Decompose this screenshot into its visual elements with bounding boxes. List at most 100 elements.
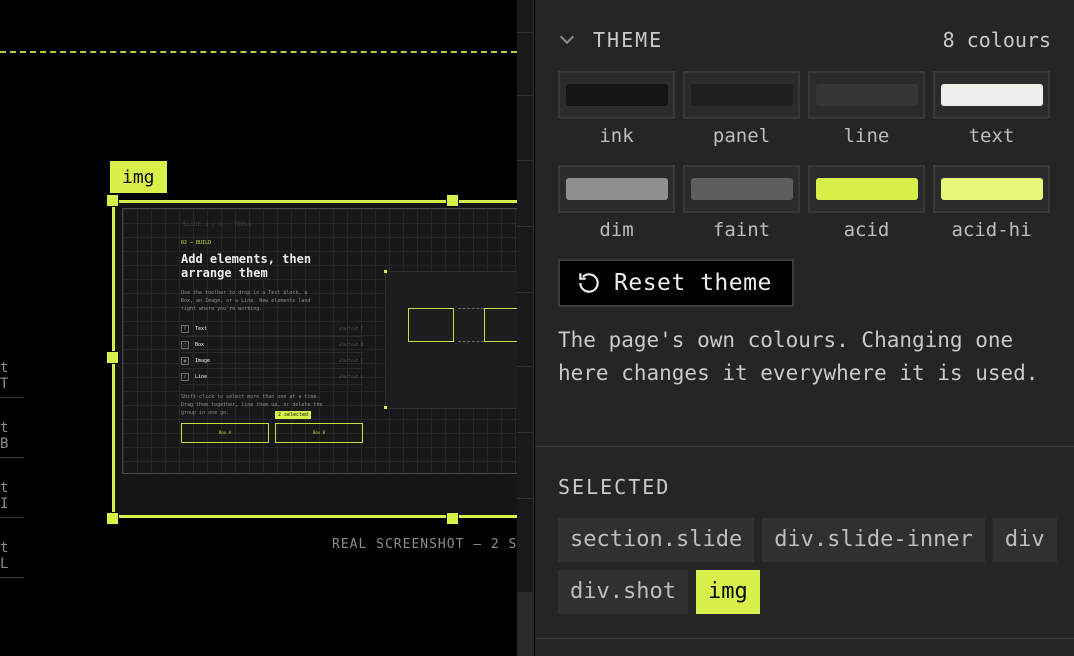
swatch-box[interactable] <box>558 71 675 119</box>
shot-tool-label: Image <box>195 357 211 364</box>
swatch-dim[interactable]: dim <box>558 165 675 242</box>
offscreen-row: t T <box>0 338 24 398</box>
shot-description: Use the toolbar to drop in a Text block,… <box>181 290 311 312</box>
shot-tool-shortcut: shortcut I <box>338 358 363 363</box>
swatch-acid-hi[interactable]: acid-hi <box>933 165 1050 242</box>
scrollbar-thumb[interactable] <box>517 592 534 656</box>
shot-preview-box <box>484 308 517 342</box>
offscreen-tool-rows: t T t B t I t L <box>0 338 24 578</box>
swatch-name: panel <box>712 125 771 147</box>
selected-section-title: SELECTED <box>558 475 671 499</box>
colour-chip <box>815 178 918 200</box>
shot-tool-label: Box <box>195 341 205 348</box>
colour-chip <box>815 84 918 106</box>
crumb-div-slide-inner[interactable]: div.slide-inner <box>762 518 985 562</box>
swatch-faint[interactable]: faint <box>683 165 800 242</box>
shot-selected-badge: 2 selected <box>275 411 312 419</box>
offscreen-row-text: t I <box>0 480 9 512</box>
offscreen-row: t L <box>0 518 24 578</box>
colour-chip <box>690 178 793 200</box>
line-tool-icon: / <box>181 372 189 381</box>
screenshot-image[interactable]: SLIDE 3 / 8 · TOOLS 02 — BUILD Add eleme… <box>122 208 517 474</box>
reset-theme-button[interactable]: Reset theme <box>558 259 794 307</box>
crumb-div-shot[interactable]: div.shot <box>558 570 688 614</box>
shot-tool-shortcut: shortcut L <box>338 374 363 379</box>
shot-preview-panel <box>384 270 517 409</box>
image-caption: REAL SCREENSHOT — 2 SI <box>332 537 517 552</box>
ruler-tick <box>517 226 534 227</box>
colour-chip <box>565 178 668 200</box>
resize-handle-top-left[interactable] <box>106 194 119 207</box>
swatch-acid[interactable]: acid <box>808 165 925 242</box>
shot-preview-link <box>458 308 484 342</box>
ruler-tick <box>517 95 534 96</box>
shot-box-a: Box A <box>181 423 269 443</box>
swatch-box[interactable] <box>808 165 925 213</box>
resize-handle-bottom-left[interactable] <box>106 512 119 525</box>
offscreen-row: t I <box>0 458 24 518</box>
swatch-text[interactable]: text <box>933 71 1050 148</box>
colour-chip <box>565 84 668 106</box>
section-divider <box>535 446 1074 447</box>
ruler-tick <box>517 32 534 33</box>
swatch-ink[interactable]: ink <box>558 71 675 148</box>
editor-canvas[interactable]: t T t B t I t L img SLIDE 3 / 8 · TOOLS … <box>0 0 517 656</box>
reset-theme-label: Reset theme <box>614 270 772 296</box>
swatch-box[interactable] <box>933 71 1050 119</box>
swatch-name: acid <box>843 219 890 241</box>
shot-panel-handle <box>384 406 387 409</box>
reset-icon <box>579 273 599 293</box>
selection-breadcrumb: section.slide div.slide-inner div div.sh… <box>558 518 1058 614</box>
ruler-tick <box>517 366 534 367</box>
shot-tool-row: □ Box shortcut B <box>181 337 363 353</box>
swatch-box[interactable] <box>933 165 1050 213</box>
text-tool-icon: T <box>181 324 189 333</box>
offscreen-row-text: t B <box>0 420 9 452</box>
canvas-scrollbar[interactable] <box>517 0 534 656</box>
swatch-box[interactable] <box>808 71 925 119</box>
resize-handle-top[interactable] <box>446 194 459 207</box>
shot-tool-row: T Text shortcut T <box>181 321 363 337</box>
colour-chip <box>690 84 793 106</box>
offscreen-row-text: t T <box>0 360 9 392</box>
resize-handle-left[interactable] <box>106 351 119 364</box>
theme-section-title: THEME <box>593 28 664 52</box>
theme-swatch-grid: ink panel line text dim faint acid acid-… <box>558 71 1052 242</box>
colour-chip <box>940 84 1043 106</box>
swatch-box[interactable] <box>683 165 800 213</box>
swatch-name: dim <box>599 219 634 241</box>
shot-top-bar: SLIDE 3 / 8 · TOOLS <box>183 221 252 228</box>
theme-section-header[interactable]: THEME 8 colours <box>559 26 1051 54</box>
swatch-line[interactable]: line <box>808 71 925 148</box>
chevron-down-icon[interactable] <box>559 31 577 49</box>
swatch-box[interactable] <box>558 165 675 213</box>
ruler-tick <box>517 292 534 293</box>
swatch-panel[interactable]: panel <box>683 71 800 148</box>
shot-tool-list: T Text shortcut T □ Box shortcut B ▣ Image sho… <box>181 321 363 385</box>
crumb-img[interactable]: img <box>695 570 760 614</box>
shot-panel-handle <box>384 270 387 273</box>
box-tool-icon: □ <box>181 340 189 349</box>
image-tool-icon: ▣ <box>181 356 189 365</box>
offscreen-row: t B <box>0 398 24 458</box>
colour-chip <box>940 178 1043 200</box>
swatch-name: line <box>843 125 890 147</box>
ruler-tick <box>517 432 534 433</box>
inspector-panel: THEME 8 colours ink panel line text dim … <box>535 0 1074 656</box>
shot-tool-row: ▣ Image shortcut I <box>181 353 363 369</box>
swatch-name: ink <box>599 125 634 147</box>
shot-box-b: Box B <box>275 423 363 443</box>
shot-tool-shortcut: shortcut B <box>338 342 363 347</box>
shot-tool-row: / Line shortcut L <box>181 369 363 385</box>
shot-preview-box <box>408 308 454 342</box>
swatch-name: text <box>968 125 1015 147</box>
resize-handle-bottom[interactable] <box>446 512 459 525</box>
shot-kicker: 02 — BUILD <box>181 240 212 246</box>
shot-heading: Add elements, then arrange them <box>181 252 312 280</box>
crumb-section-slide[interactable]: section.slide <box>558 518 755 562</box>
swatch-box[interactable] <box>683 71 800 119</box>
shot-tool-shortcut: shortcut T <box>338 326 363 331</box>
theme-colour-count: 8 colours <box>942 28 1051 52</box>
ruler-tick <box>517 498 534 499</box>
crumb-div[interactable]: div <box>992 518 1057 562</box>
